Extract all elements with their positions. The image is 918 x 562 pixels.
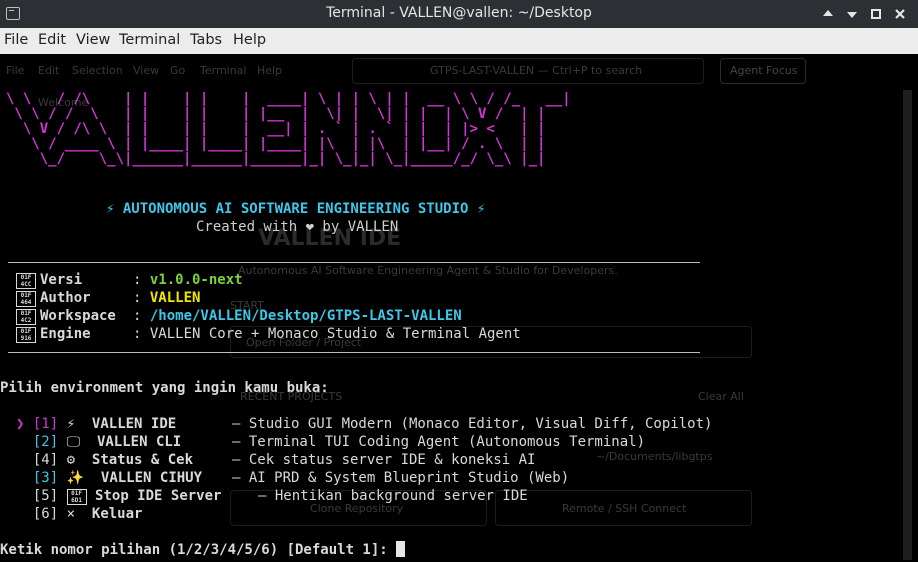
user-icon: 01F 464 (16, 291, 36, 307)
vallen-ascii-banner: \ \ / /\ | | | | | ____| \ | | \ | | __ … (6, 91, 571, 167)
stop-sign-icon: 01F 6D1 (66, 489, 87, 505)
option-name: VALLEN CLI (96, 434, 182, 450)
sparkles-icon: ✨ (66, 470, 85, 486)
bg-menu-edit: Edit (38, 64, 60, 77)
lightning-icon: ⚡ (66, 416, 76, 432)
selector-chevron-icon: ❯ (16, 416, 25, 432)
maximize-icon (871, 9, 881, 19)
bg-clear-all: Clear All (698, 390, 744, 403)
option-name: VALLEN CIHUY (100, 470, 203, 486)
separator-bottom (8, 352, 700, 353)
banner-subtitle: ⚡ AUTONOMOUS AI SOFTWARE ENGINEERING STU… (106, 201, 486, 217)
menu-prompt-heading: Pilih environment yang ingin kamu buka: (0, 380, 329, 396)
option-stop-server[interactable]: [5] 01F 6D1 Stop IDE Server — Hentikan bac… (16, 487, 528, 505)
bg-menu-view: View (133, 64, 160, 77)
option-desc: — Terminal TUI Coding Agent (Autonomous … (232, 434, 646, 450)
bg-recent-path: ~/Documents/libgtps (596, 450, 713, 463)
option-vallen-ide[interactable]: ❯ [1] ⚡ VALLEN IDE — Studio GUI Modern (M… (16, 415, 712, 433)
info-key: Workspace (40, 308, 116, 324)
separator-top (8, 262, 700, 263)
option-number: [2] (32, 434, 59, 450)
bg-menu-go: Go (170, 64, 186, 77)
option-number: [6] (32, 506, 59, 522)
window-maximize-button[interactable] (866, 4, 886, 24)
option-name: Stop IDE Server (95, 488, 222, 504)
input-prompt-text: Ketik nomor pilihan (1/2/3/4/5/6) [Defau… (0, 542, 397, 558)
computer-icon: 🖵 (66, 434, 81, 450)
bg-menu-selection: Selection (72, 64, 123, 77)
folder-icon: 01F 4C2 (16, 309, 36, 325)
option-name: Status & Cek (91, 452, 194, 468)
window-close-button[interactable] (890, 4, 910, 24)
banner-credit: Created with ❤ by VALLEN (196, 219, 399, 235)
info-value-engine: VALLEN Core + Monaco Studio & Terminal A… (149, 326, 521, 342)
option-number: [3] (32, 470, 59, 486)
info-value-workspace: /home/VALLEN/Desktop/GTPS-LAST-VALLEN (149, 308, 462, 324)
bg-search-text: GTPS-LAST-VALLEN — Ctrl+P to search (430, 64, 643, 77)
option-desc: — Studio GUI Modern (Monaco Editor, Visu… (232, 416, 713, 432)
window-minimize-button[interactable] (842, 4, 862, 24)
menu-tabs[interactable]: Tabs (190, 32, 222, 48)
menu-bar: File Edit View Terminal Tabs Help (0, 28, 918, 54)
info-value-version: v1.0.0-next (149, 272, 243, 288)
window-title: Terminal - VALLEN@vallen: ~/Desktop (326, 5, 592, 21)
bg-tagline: Autonomous AI Software Engineering Agent… (238, 264, 618, 277)
pushpin-icon: 01F 4CC (16, 273, 36, 289)
option-exit[interactable]: [6] × Keluar (16, 505, 143, 523)
option-status-check[interactable]: [4] ⚙ Status & Cek — Cek status server ID… (16, 451, 536, 469)
arrow-up-icon (823, 10, 833, 16)
close-x-icon: × (66, 506, 76, 522)
info-key: Engine (40, 326, 91, 342)
option-desc: — Cek status server IDE & koneksi AI (232, 452, 536, 468)
close-icon (895, 9, 905, 19)
menu-terminal[interactable]: Terminal (119, 32, 180, 48)
menu-file[interactable]: File (4, 32, 28, 48)
option-number: [1] (32, 416, 59, 432)
option-vallen-cihuy[interactable]: [3] ✨ VALLEN CIHUY — AI PRD & System Blue… (16, 469, 569, 487)
option-desc: — AI PRD & System Blueprint Studio (Web) (232, 470, 570, 486)
info-key: Author (40, 290, 91, 306)
gear-icon: ⚙ (66, 452, 76, 468)
bg-agent-focus-label: Agent Focus (730, 64, 798, 77)
window-keep-above-button[interactable] (818, 4, 838, 24)
info-value-author: VALLEN (149, 290, 201, 306)
info-key: Versi (40, 272, 83, 288)
info-row-version: 01F 4CC Versi: v1.0.0-next (16, 271, 243, 289)
bg-remote-label: Remote / SSH Connect (562, 502, 687, 515)
bg-menu-file: File (6, 64, 25, 77)
bg-menu-help: Help (257, 64, 283, 77)
menu-view[interactable]: View (76, 32, 110, 48)
terminal-cursor[interactable] (396, 541, 406, 557)
option-name: VALLEN IDE (91, 416, 177, 432)
bg-menu-terminal: Terminal (200, 64, 247, 77)
bg-scrollbar (903, 90, 912, 560)
option-name: Keluar (91, 506, 143, 522)
window-titlebar: Terminal - VALLEN@vallen: ~/Desktop (0, 0, 918, 28)
info-row-author: 01F 464 Author: VALLEN (16, 289, 200, 307)
menu-help[interactable]: Help (233, 32, 266, 48)
arrow-down-icon (847, 12, 857, 18)
info-row-workspace: 01F 4C2 Workspace: /home/VALLEN/Desktop/GT… (16, 307, 462, 325)
menu-edit[interactable]: Edit (38, 32, 66, 48)
option-number: [4] (32, 452, 59, 468)
robot-icon: 01F 916 (16, 327, 36, 343)
info-row-engine: 01F 916 Engine: VALLEN Core + Monaco Studi… (16, 325, 521, 343)
option-vallen-cli[interactable]: [2] 🖵 VALLEN CLI — Terminal TUI Coding Ag… (16, 433, 645, 451)
option-number: [5] (32, 488, 59, 504)
option-desc: — Hentikan background server IDE (258, 488, 528, 504)
terminal-output[interactable]: File Edit Selection View Go Terminal Hel… (0, 54, 918, 562)
input-prompt-line[interactable]: Ketik nomor pilihan (1/2/3/4/5/6) [Defau… (0, 541, 406, 559)
